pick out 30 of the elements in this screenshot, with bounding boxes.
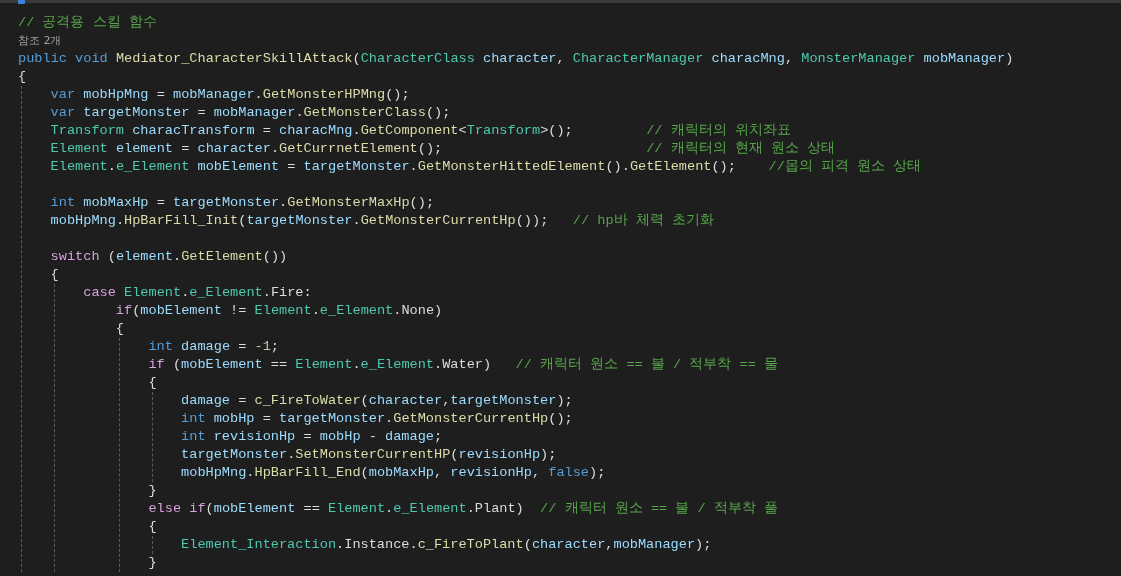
code-line: {	[50, 267, 59, 282]
code-line: else if(mobElement == Element.e_Element.Plant) // 캐릭터 원소 == 불 / 적부착 풀	[148, 501, 778, 516]
code-comment: // 공격용 스킬 함수	[18, 15, 157, 30]
code-line: switch (element.GetElement())	[50, 249, 288, 264]
code-line: int mobHp = targetMonster.GetMonsterCurrentHp();	[181, 411, 573, 426]
code-line: var mobHpMng = mobManager.GetMonsterHPMng();	[50, 87, 410, 102]
code-line: {	[115, 321, 124, 336]
code-line: mobHpMng.HpBarFill_Init(targetMonster.GetMonsterCurrentHp()); // hp바 체력 초기화	[50, 213, 714, 228]
code-line: }	[148, 483, 157, 498]
code-line: if (mobElement == Element.e_Element.Water) // 캐릭터 원소 == 불 / 적부착 == 물	[148, 357, 778, 372]
code-line: Transform characTransform = characMng.GetComponent<Transform>(); // 캐릭터의 위치좌표	[50, 123, 791, 138]
code-line: mobHpMng.HpBarFill_End(mobMaxHp, revisionHp, false);	[181, 465, 606, 480]
code-line: Element_Interaction.Instance.c_FireToPlant(character,mobManager);	[181, 537, 712, 552]
code-line: int damage = -1;	[148, 339, 280, 354]
code-line: Element element = character.GetCurrnetElement(); // 캐릭터의 현재 원소 상태	[50, 141, 836, 156]
code-line: {	[148, 519, 157, 534]
position-marker	[18, 0, 25, 4]
code-line: if(mobElement != Element.e_Element.None)	[115, 303, 443, 318]
code-line: damage = c_FireToWater(character,targetMonster);	[181, 393, 573, 408]
code-line: {	[148, 375, 157, 390]
code-line: int revisionHp = mobHp - damage;	[181, 429, 443, 444]
code-line: int mobMaxHp = targetMonster.GetMonsterMaxHp();	[50, 195, 435, 210]
code-line: var targetMonster = mobManager.GetMonsterClass();	[50, 105, 451, 120]
code-line: targetMonster.SetMonsterCurrentHP(revisionHp);	[181, 447, 557, 462]
code-line: }	[148, 555, 157, 570]
code-line: public void Mediator_CharacterSkillAttack(CharacterClass character, CharacterManager characMng, MonsterManager mobManager)	[18, 51, 1014, 66]
code-line: case Element.e_Element.Fire:	[83, 285, 312, 300]
reference-count-link[interactable]: 참조 2개	[18, 34, 62, 47]
code-line: {	[18, 69, 27, 84]
code-line: Element.e_Element mobElement = targetMonster.GetMonsterHittedElement().GetElement(); //몹의 피격 원소 상태	[50, 159, 922, 174]
